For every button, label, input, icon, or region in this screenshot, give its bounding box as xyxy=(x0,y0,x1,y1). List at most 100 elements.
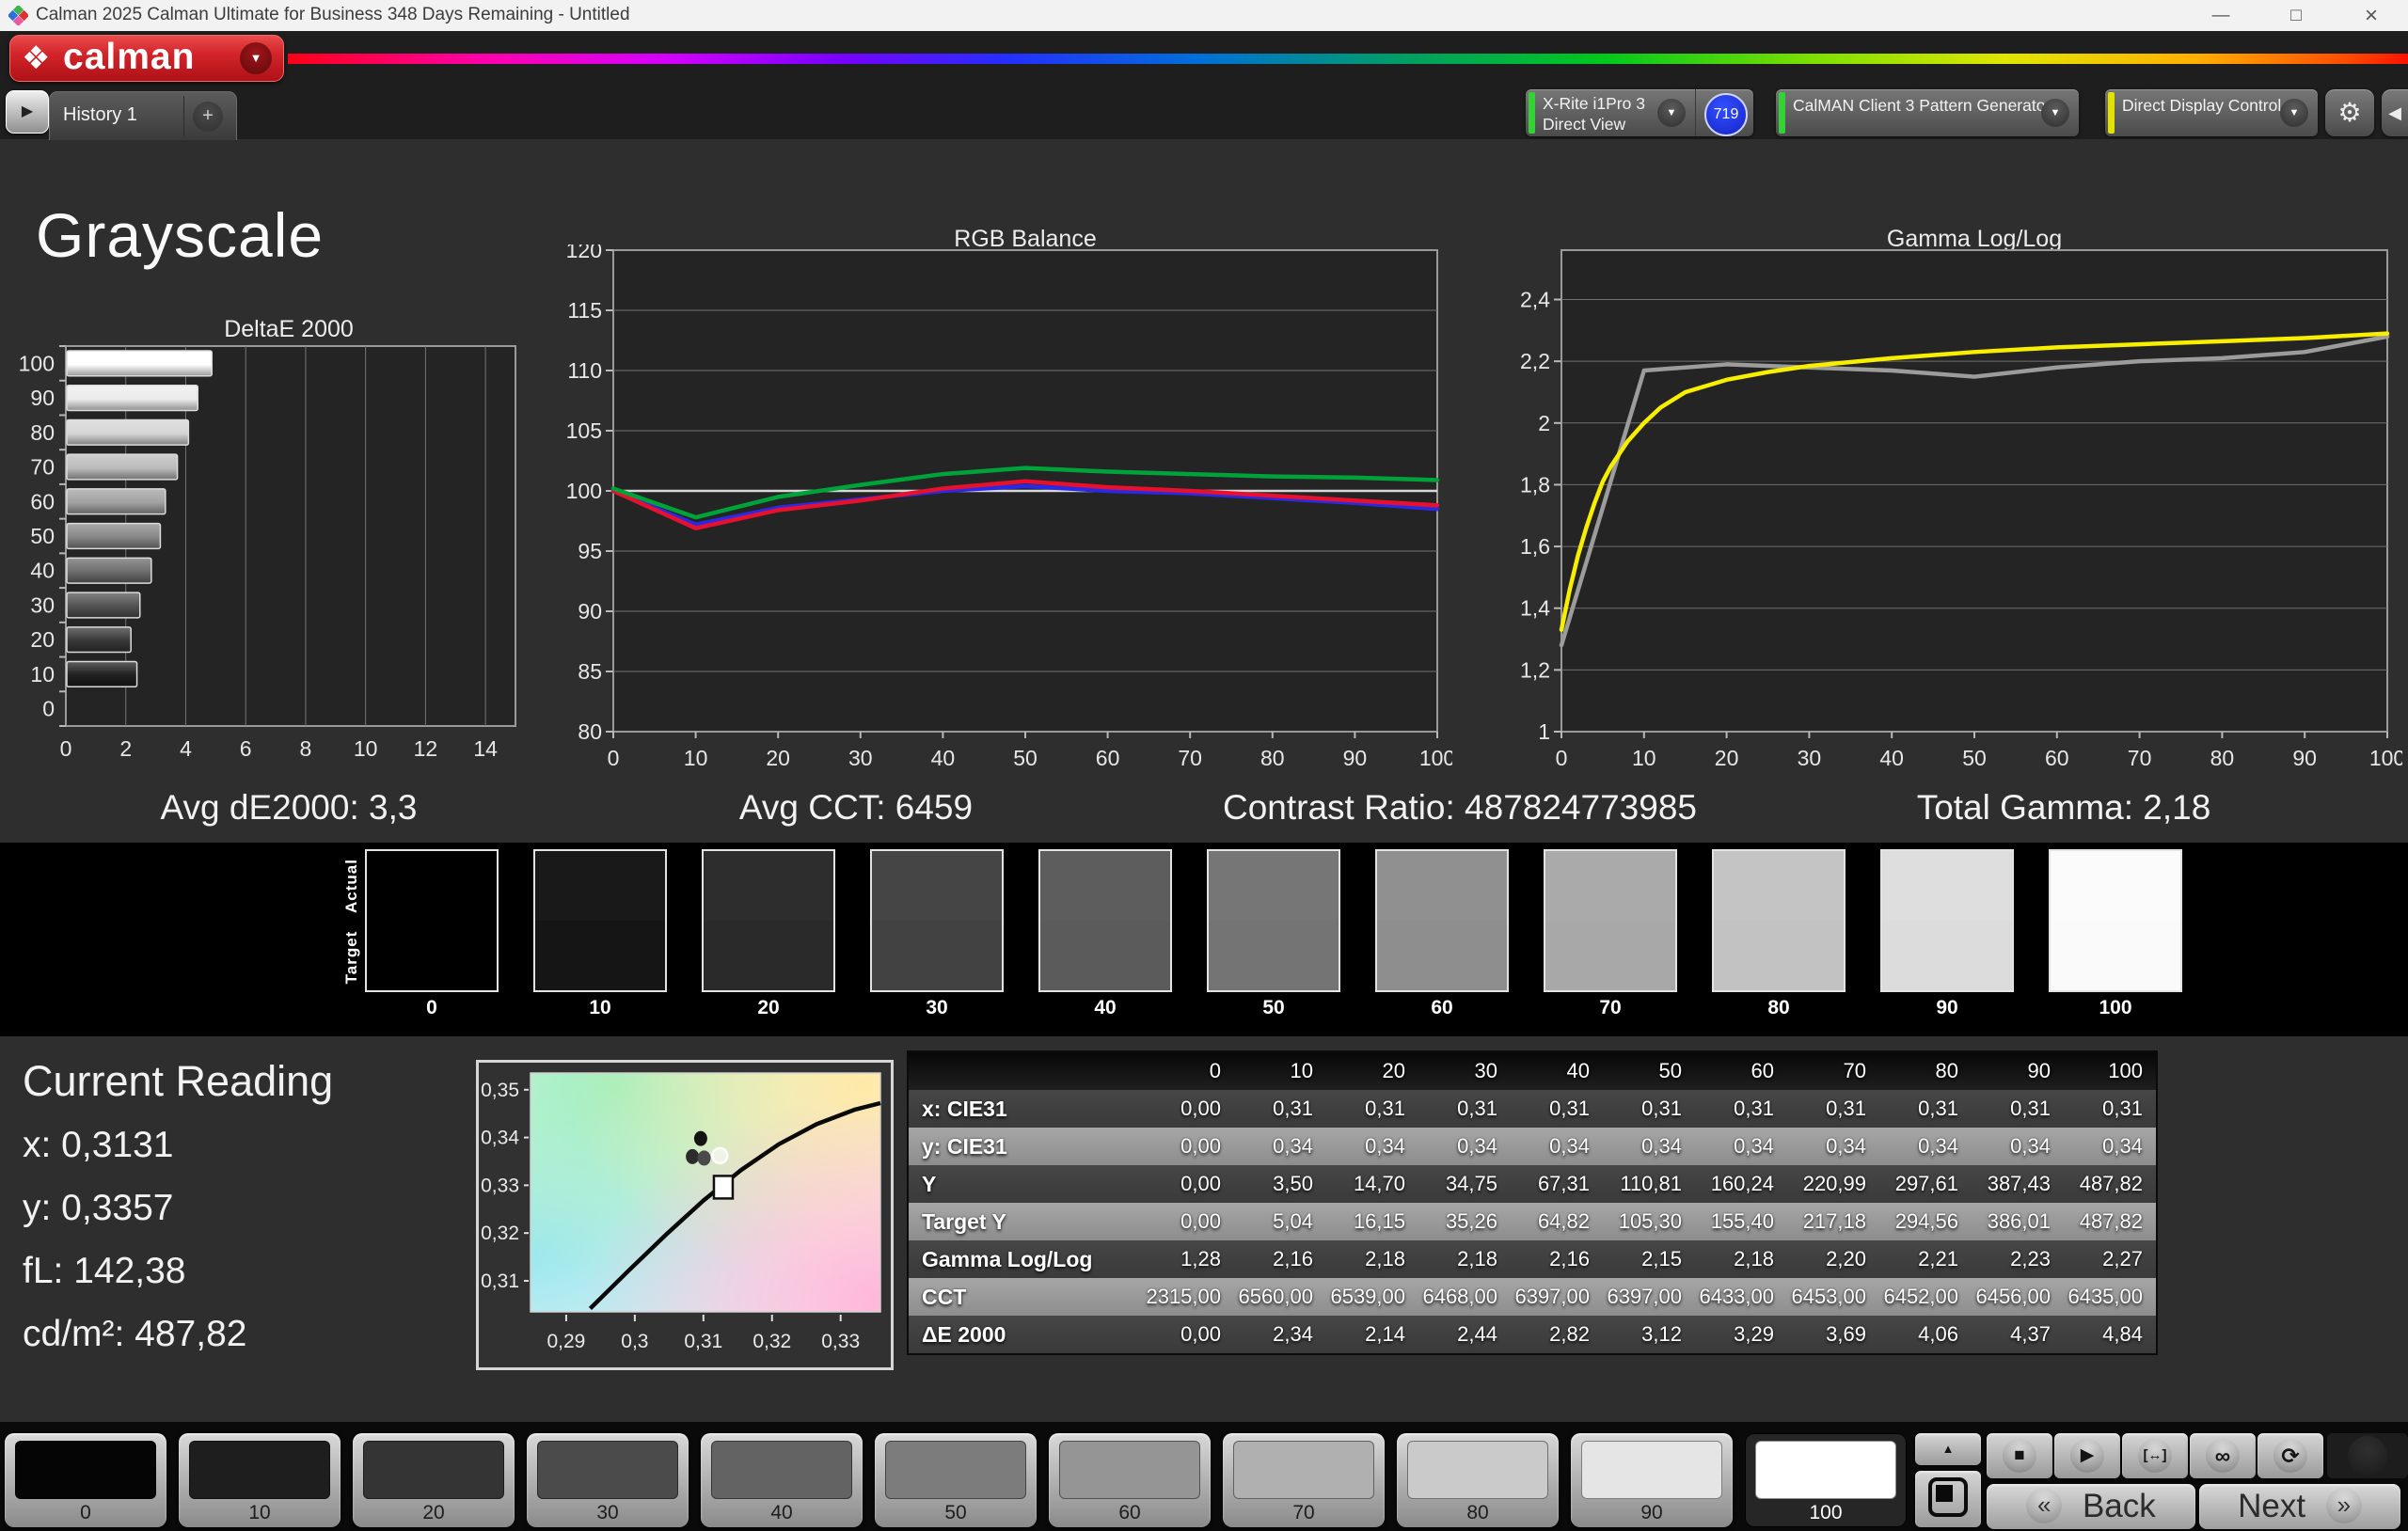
swatch-target xyxy=(1209,921,1339,990)
swatch-actual xyxy=(1377,851,1507,921)
stop-button[interactable]: ■ xyxy=(1987,1433,2052,1478)
calman-menu-button[interactable]: ❖ calman ▼ xyxy=(9,35,284,82)
table-cell: 0,34 xyxy=(1234,1128,1326,1165)
table-cell: 386,01 xyxy=(1972,1203,2064,1240)
close-button[interactable]: × xyxy=(2350,3,2393,28)
grayscale-swatch-90 xyxy=(1880,849,2014,992)
table-cell: 0,34 xyxy=(1418,1128,1511,1165)
back-button[interactable]: « Back xyxy=(1987,1484,2195,1529)
swatch-target xyxy=(367,921,497,990)
pattern-level-button-40[interactable]: 40 xyxy=(701,1433,863,1527)
table-row-y-cie31: y: CIE310,000,340,340,340,340,340,340,34… xyxy=(909,1128,2156,1165)
swatch-target xyxy=(2051,921,2180,990)
pattern-level-button-20[interactable]: 20 xyxy=(353,1433,515,1527)
svg-text:60: 60 xyxy=(2045,746,2069,770)
grayscale-swatch-100 xyxy=(2049,849,2182,992)
swatch-target xyxy=(1377,921,1507,990)
svg-text:0: 0 xyxy=(60,736,72,761)
table-header-cell: 40 xyxy=(1511,1052,1603,1090)
disabled-slot xyxy=(2327,1433,2408,1478)
table-cell: 2,27 xyxy=(2064,1240,2156,1278)
svg-text:115: 115 xyxy=(567,298,602,323)
swatch-level-label: 70 xyxy=(1542,997,1679,1019)
minimize-button[interactable]: — xyxy=(2199,3,2242,28)
svg-text:1,4: 1,4 xyxy=(1520,596,1550,621)
swatch-level-label: 10 xyxy=(531,997,669,1019)
settings-button[interactable]: ⚙ xyxy=(2325,89,2374,136)
target-row-label: Target xyxy=(342,901,361,1014)
swatch-target xyxy=(1714,921,1844,990)
row-label: CCT xyxy=(909,1278,1142,1316)
svg-text:85: 85 xyxy=(578,659,602,684)
table-cell: 0,34 xyxy=(1603,1128,1695,1165)
swatch-actual xyxy=(1209,851,1339,921)
pattern-level-button-50[interactable]: 50 xyxy=(875,1433,1037,1527)
svg-text:100: 100 xyxy=(566,479,602,503)
pattern-level-button-0[interactable]: 0 xyxy=(5,1433,166,1527)
grayscale-swatch-0 xyxy=(365,849,499,992)
pattern-size-button[interactable]: [↔] xyxy=(2122,1433,2188,1478)
expand-panel-button[interactable]: ▶ xyxy=(6,90,49,134)
chevron-down-icon: ▼ xyxy=(2041,99,2069,127)
pattern-chip xyxy=(1755,1441,1896,1499)
table-cell: 2,14 xyxy=(1326,1316,1418,1353)
table-header-cell: 60 xyxy=(1695,1052,1787,1090)
table-cell: 217,18 xyxy=(1787,1203,1879,1240)
table-cell: 2,44 xyxy=(1418,1316,1511,1353)
swatch-target xyxy=(872,921,1002,990)
chevron-down-icon: ▼ xyxy=(2280,99,2308,127)
pattern-window-button[interactable] xyxy=(1915,1471,1981,1527)
continuous-read-button[interactable]: ∞ xyxy=(2190,1433,2256,1478)
table-cell: 0,31 xyxy=(1511,1090,1603,1128)
swatch-level-label: 60 xyxy=(1373,997,1511,1019)
sync-button[interactable]: ⟳ xyxy=(2258,1433,2323,1478)
pattern-size-icon: [↔] xyxy=(2138,1439,2172,1473)
svg-text:70: 70 xyxy=(30,455,55,480)
pattern-level-label: 30 xyxy=(527,1502,689,1524)
swatch-actual xyxy=(2051,851,2180,921)
play-icon: ▶ xyxy=(2070,1439,2104,1473)
play-button[interactable]: ▶ xyxy=(2054,1433,2120,1478)
next-button[interactable]: Next » xyxy=(2199,1484,2400,1529)
swatch-actual xyxy=(1882,851,2012,921)
stop-icon: ■ xyxy=(2003,1439,2036,1473)
svg-text:100: 100 xyxy=(19,351,55,375)
table-header-cell: 20 xyxy=(1326,1052,1418,1090)
tab-history-1[interactable]: History 1 + xyxy=(49,91,237,140)
display-control-label: Direct Display Control xyxy=(2122,96,2281,117)
swatch-target xyxy=(535,921,665,990)
pattern-level-button-60[interactable]: 60 xyxy=(1049,1433,1211,1527)
pattern-level-button-70[interactable]: 70 xyxy=(1223,1433,1385,1527)
window-up-button[interactable]: ▲ xyxy=(1915,1433,1981,1465)
pattern-level-button-100[interactable]: 100 xyxy=(1745,1433,1907,1527)
svg-text:10: 10 xyxy=(354,736,378,761)
pattern-level-button-30[interactable]: 30 xyxy=(527,1433,689,1527)
pattern-level-button-10[interactable]: 10 xyxy=(179,1433,341,1527)
table-cell: 0,34 xyxy=(2064,1128,2156,1165)
meter-dropdown[interactable]: X-Rite i1Pro 3 Direct View ▼ 719 xyxy=(1526,89,1753,136)
pattern-level-label: 80 xyxy=(1397,1502,1559,1524)
pattern-level-label: 70 xyxy=(1223,1502,1385,1524)
pattern-level-button-80[interactable]: 80 xyxy=(1397,1433,1559,1527)
window-title: Calman 2025 Calman Ultimate for Business… xyxy=(36,5,630,25)
svg-text:0: 0 xyxy=(42,697,55,721)
collapse-toolbar-button[interactable]: ◀ xyxy=(2382,89,2408,136)
display-control-dropdown[interactable]: Direct Display Control ▼ xyxy=(2105,89,2318,136)
swatch-actual xyxy=(1714,851,1844,921)
calman-logo-icon: ❖ xyxy=(22,39,50,77)
pattern-level-button-90[interactable]: 90 xyxy=(1571,1433,1733,1527)
table-cell: 6452,00 xyxy=(1879,1278,1972,1316)
svg-text:10: 10 xyxy=(684,746,708,770)
pattern-level-label: 60 xyxy=(1049,1502,1211,1524)
svg-text:95: 95 xyxy=(578,539,602,563)
pattern-level-label: 10 xyxy=(179,1502,341,1524)
swatch-target xyxy=(704,921,833,990)
add-tab-button[interactable]: + xyxy=(193,102,223,132)
svg-text:120: 120 xyxy=(566,245,602,262)
table-cell: 0,31 xyxy=(1418,1090,1511,1128)
restore-button[interactable]: □ xyxy=(2274,3,2318,28)
deltae-chart: 100908070605040302010002468101214 xyxy=(0,342,527,767)
current-reading-y: y: 0,3357 xyxy=(23,1188,173,1229)
pattern-generator-dropdown[interactable]: CalMAN Client 3 Pattern Generator ▼ xyxy=(1776,89,2079,136)
svg-text:40: 40 xyxy=(30,559,55,583)
